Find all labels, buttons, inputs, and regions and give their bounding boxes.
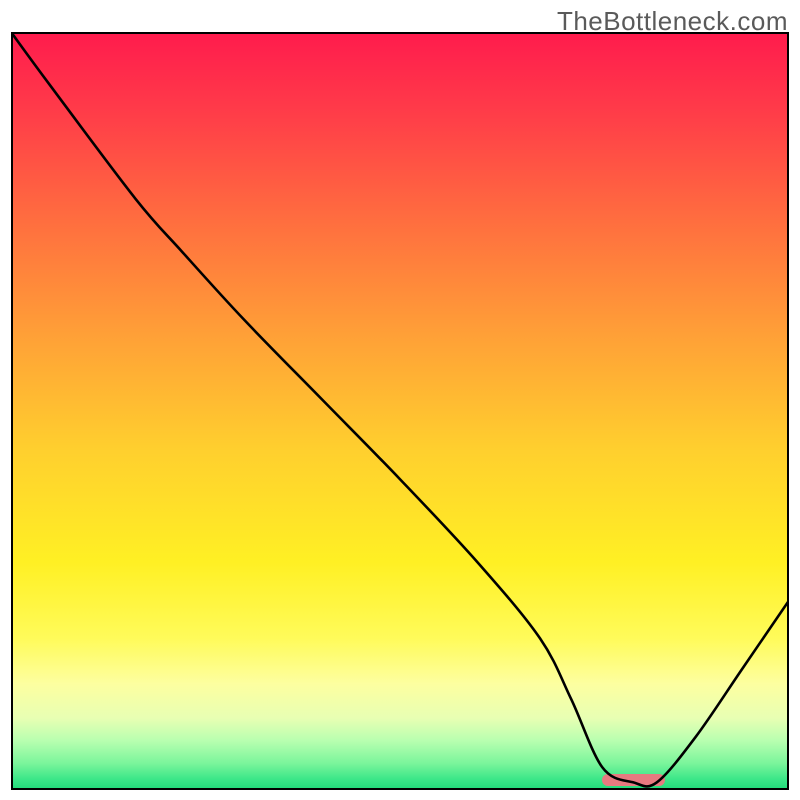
bottleneck-curve [11,32,789,786]
chart-frame: TheBottleneck.com [0,0,800,800]
watermark-text: TheBottleneck.com [557,6,788,37]
plot-area [11,32,789,790]
curve-layer [11,32,789,790]
